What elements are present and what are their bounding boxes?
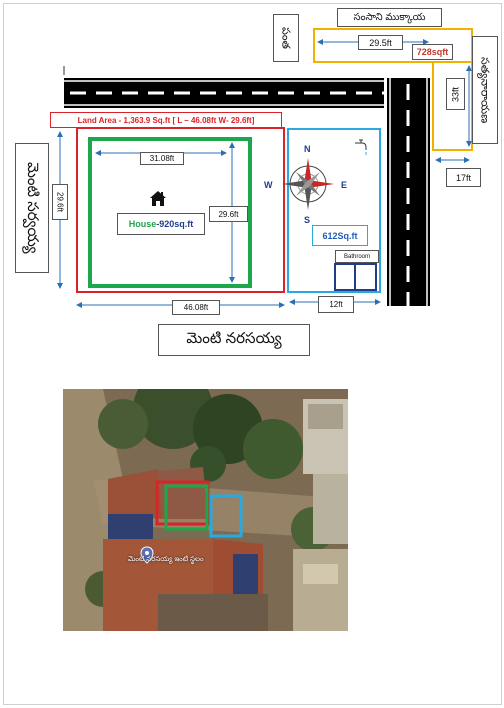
road-horizontal xyxy=(63,66,384,108)
satellite-photo xyxy=(63,389,348,631)
dim-12ft: 12ft xyxy=(318,296,354,313)
bathroom-label: Bathroom xyxy=(335,250,379,263)
south-owner-label: మెంటి నరసయ్య xyxy=(158,324,310,356)
house-icon xyxy=(150,191,166,206)
compass-east: E xyxy=(341,180,348,190)
dim-46-08ft: 46.08ft xyxy=(172,300,220,315)
house-label-prefix: House xyxy=(128,219,157,229)
west-owner-label: మెంటి సర్వయ్య xyxy=(15,143,49,273)
corner-owner-label: పంత xyxy=(273,14,299,62)
dim-33ft: 33ft xyxy=(446,78,465,110)
compass-west: W xyxy=(264,180,273,190)
road-vertical xyxy=(387,78,430,306)
compass-rose-icon xyxy=(282,158,334,210)
house-label-suffix: -920sq.ft xyxy=(156,219,194,229)
dim-29-5ft: 29.5ft xyxy=(358,35,403,50)
compass-north: N xyxy=(304,144,311,154)
land-area-label: Land Area - 1,363.9 Sq.ft [ L – 46.08ft … xyxy=(50,112,282,128)
north-owner-label: సంసాని ముక్కాయ xyxy=(337,8,442,27)
dim-house-29-6ft: 29.6ft xyxy=(209,206,248,222)
compass-south: S xyxy=(304,215,311,225)
satellite-caption: మెంటి నరసయ్య ఇంటి స్థలం xyxy=(128,556,204,563)
dim-31-08ft: 31.08ft xyxy=(140,152,184,165)
east-owner-label: సత్యనారాయణ xyxy=(472,36,498,144)
house-area-label: House -920sq.ft xyxy=(117,213,205,235)
dim-left-29-6ft: 29.6ft xyxy=(52,184,68,220)
tap-icon xyxy=(355,139,367,155)
plot-612-label: 612Sq.ft xyxy=(312,225,368,246)
dim-17ft: 17ft xyxy=(446,168,481,187)
area-728-label: 728sqft xyxy=(412,44,453,60)
